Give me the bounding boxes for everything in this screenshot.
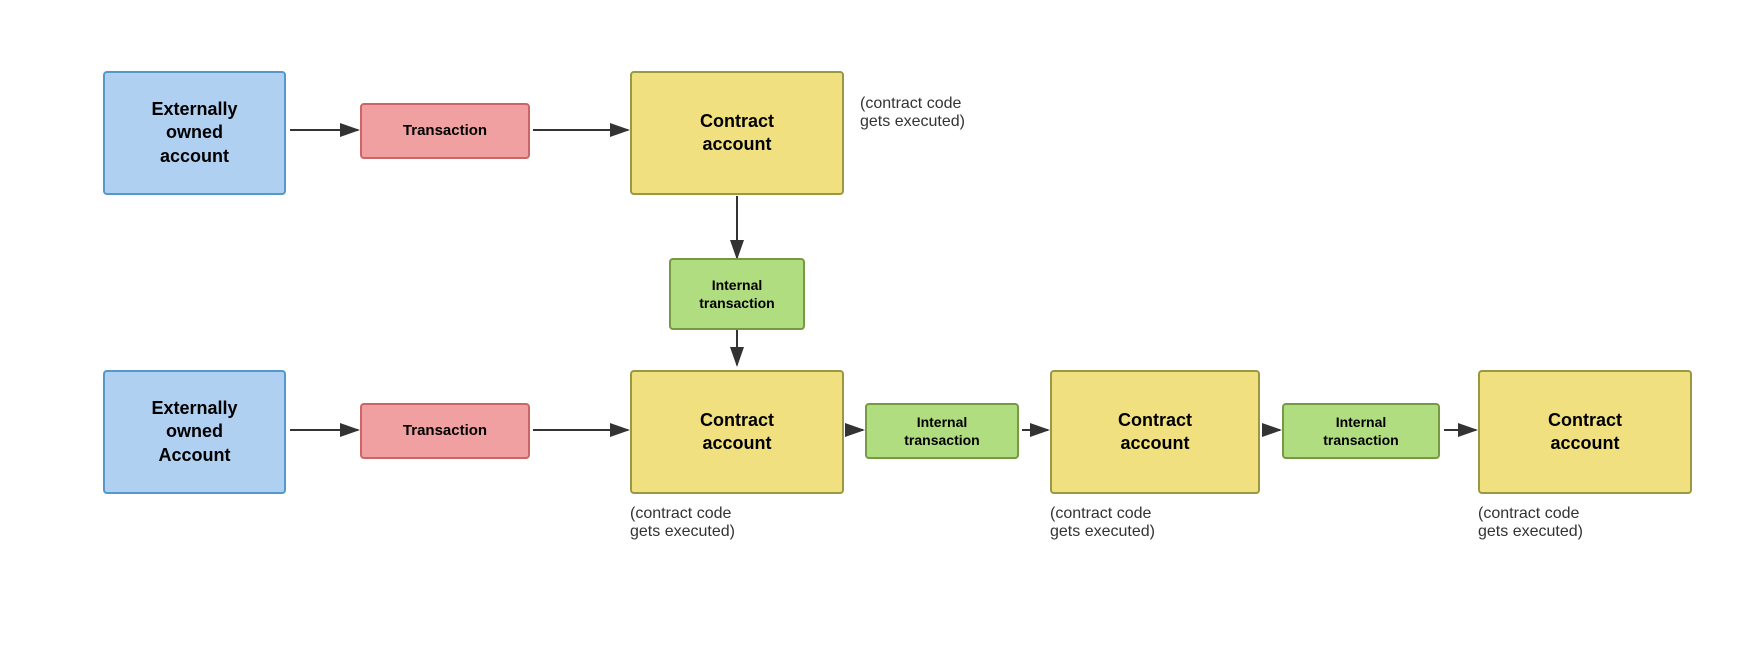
- internal-transaction-label-1: Internaltransaction: [699, 276, 774, 312]
- note-1: (contract codegets executed): [860, 95, 965, 131]
- note-3: (contract codegets executed): [1050, 505, 1155, 541]
- transaction-label-1: Transaction: [403, 121, 487, 141]
- contract-node-4: Contractaccount: [1478, 370, 1692, 494]
- contract-label-2: Contractaccount: [700, 409, 774, 456]
- contract-label-1: Contractaccount: [700, 110, 774, 157]
- eoa-label-2: ExternallyownedAccount: [151, 397, 237, 467]
- contract-node-1: Contractaccount: [630, 71, 844, 195]
- transaction-label-2: Transaction: [403, 421, 487, 441]
- internal-transaction-label-2: Internaltransaction: [904, 413, 979, 449]
- note-text-3: (contract codegets executed): [1050, 505, 1155, 540]
- contract-label-3: Contractaccount: [1118, 409, 1192, 456]
- eoa-node-1: Externallyownedaccount: [103, 71, 286, 195]
- note-4: (contract codegets executed): [1478, 505, 1583, 541]
- contract-label-4: Contractaccount: [1548, 409, 1622, 456]
- transaction-node-1: Transaction: [360, 103, 530, 159]
- internal-transaction-node-2: Internaltransaction: [865, 403, 1019, 459]
- contract-node-2: Contractaccount: [630, 370, 844, 494]
- internal-transaction-label-3: Internaltransaction: [1323, 413, 1398, 449]
- eoa-node-2: ExternallyownedAccount: [103, 370, 286, 494]
- internal-transaction-node-1: Internaltransaction: [669, 258, 805, 330]
- transaction-node-2: Transaction: [360, 403, 530, 459]
- note-text-4: (contract codegets executed): [1478, 505, 1583, 540]
- note-2: (contract codegets executed): [630, 505, 735, 541]
- note-text-2: (contract codegets executed): [630, 505, 735, 540]
- internal-transaction-node-3: Internaltransaction: [1282, 403, 1440, 459]
- diagram: Externallyownedaccount Transaction Contr…: [0, 0, 1744, 670]
- note-text-1: (contract codegets executed): [860, 95, 965, 130]
- eoa-label-1: Externallyownedaccount: [151, 98, 237, 168]
- contract-node-3: Contractaccount: [1050, 370, 1260, 494]
